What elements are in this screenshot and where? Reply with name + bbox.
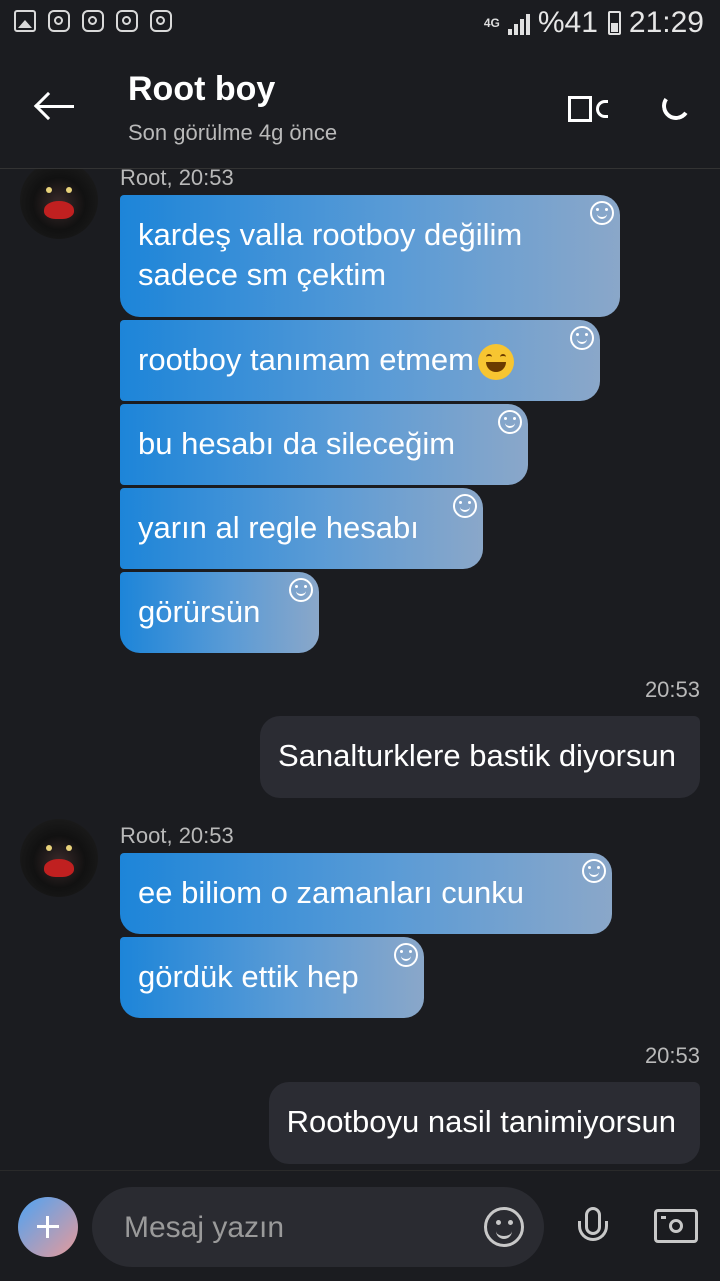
add-attachment-button[interactable] [18, 1197, 78, 1257]
contact-name[interactable]: Root boy [128, 70, 275, 109]
instagram-icon [150, 10, 172, 32]
react-smiley-icon[interactable] [289, 578, 313, 602]
chat-header: Root boy Son görülme 4g önce [0, 48, 720, 169]
message-box[interactable] [92, 1187, 544, 1267]
incoming-message[interactable]: yarın al regle hesabı [120, 488, 483, 569]
message-text: kardeş valla rootboy değilim sadece sm ç… [138, 217, 523, 292]
camera-icon[interactable] [654, 1209, 698, 1243]
grinning-emoji-icon [477, 343, 514, 380]
gallery-icon [14, 10, 36, 32]
avatar[interactable] [20, 819, 98, 897]
last-seen: Son görülme 4g önce [128, 120, 338, 145]
battery-percent: %41 [537, 6, 598, 39]
emoji-icon[interactable] [484, 1207, 524, 1247]
message-text: rootboy tanımam etmem [138, 342, 474, 377]
outgoing-message[interactable]: Sanalturklere bastik diyorsun [259, 716, 700, 798]
video-call-icon[interactable] [568, 96, 608, 124]
react-smiley-icon[interactable] [590, 201, 614, 225]
react-smiley-icon[interactable] [453, 494, 477, 518]
react-smiley-icon[interactable] [582, 859, 606, 883]
instagram-icon [48, 10, 70, 32]
react-smiley-icon[interactable] [498, 410, 522, 434]
notification-icons [14, 10, 172, 32]
status-right: 4G %41 21:29 [484, 6, 704, 40]
composer-bar [0, 1170, 720, 1281]
clock: 21:29 [628, 6, 704, 39]
network-type: 4G [483, 16, 500, 30]
incoming-message[interactable]: gördük ettik hep [120, 937, 424, 1018]
status-bar: 4G %41 21:29 [0, 0, 720, 48]
back-arrow-icon[interactable] [34, 92, 76, 122]
message-text: gördük ettik hep [138, 959, 359, 994]
react-smiley-icon[interactable] [394, 943, 418, 967]
incoming-message[interactable]: görürsün [120, 572, 319, 653]
message-text: yarın al regle hesabı [138, 510, 419, 545]
message-list[interactable]: Root, 20:53 kardeş valla rootboy değilim… [0, 169, 720, 1169]
message-time: 20:53 [644, 677, 700, 702]
instagram-icon [116, 10, 138, 32]
instagram-icon [82, 10, 104, 32]
message-text: Rootboyu nasil tanimiyorsun [286, 1104, 676, 1139]
message-text: ee biliom o zamanları cunku [138, 875, 524, 910]
incoming-message[interactable]: kardeş valla rootboy değilim sadece sm ç… [120, 195, 620, 317]
battery-icon [607, 11, 621, 35]
incoming-message[interactable]: bu hesabı da sileceğim [120, 404, 528, 485]
message-time: 20:53 [644, 1043, 700, 1068]
message-input[interactable] [122, 1205, 466, 1251]
avatar[interactable] [20, 169, 98, 239]
message-text: bu hesabı da sileceğim [138, 426, 456, 461]
react-smiley-icon[interactable] [570, 326, 594, 350]
sender-label: Root, 20:53 [120, 169, 234, 190]
outgoing-message[interactable]: Rootboyu nasil tanimiyorsun [268, 1082, 700, 1164]
signal-icon [507, 11, 530, 35]
microphone-icon[interactable] [576, 1207, 610, 1249]
message-text: Sanalturklere bastik diyorsun [277, 738, 676, 773]
phone-call-icon[interactable] [660, 92, 692, 126]
message-text: görürsün [138, 594, 261, 629]
sender-label: Root, 20:53 [120, 823, 234, 848]
incoming-message[interactable]: rootboy tanımam etmem [120, 320, 600, 401]
incoming-message[interactable]: ee biliom o zamanları cunku [120, 853, 612, 934]
